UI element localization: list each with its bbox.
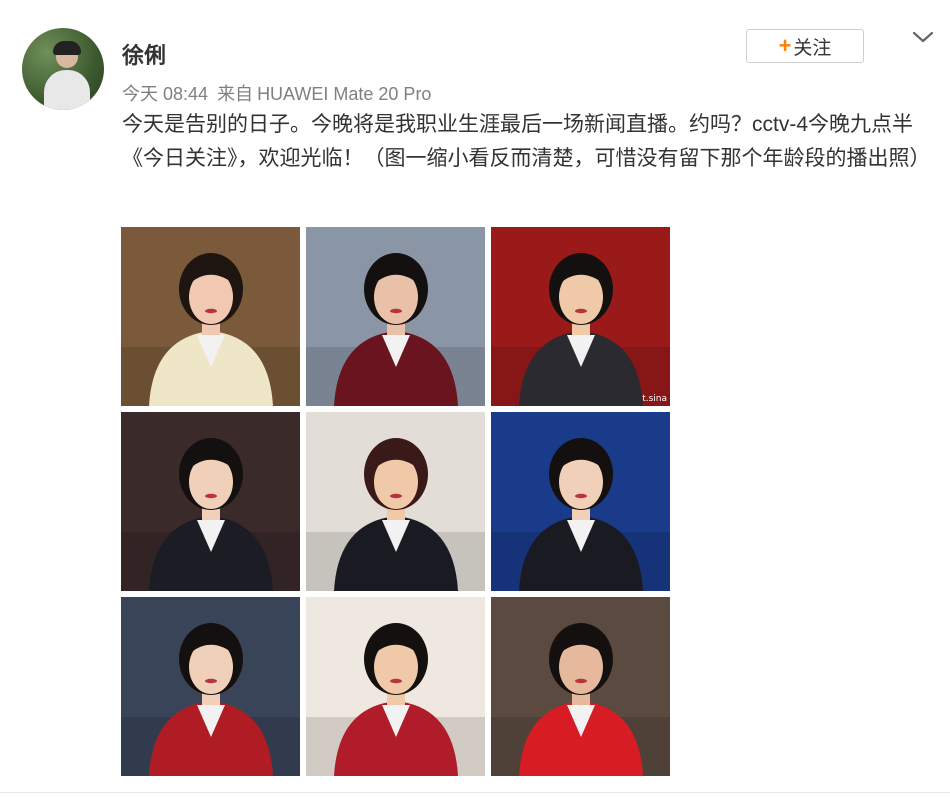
post-text: 今天是告别的日子。今晚将是我职业生涯最后一场新闻直播。约吗？cctv-4今晚九点… [122,113,931,170]
photo-thumbnail[interactable] [121,227,300,406]
portrait-image [306,412,485,591]
post-time[interactable]: 今天 08:44 [122,84,208,104]
portrait-image [121,597,300,776]
follow-button[interactable]: + 关注 [746,29,864,63]
photo-thumbnail[interactable] [491,597,670,776]
photo-watermark: t.sina [642,394,667,404]
divider [0,792,950,793]
portrait-image [121,227,300,406]
portrait-image [491,597,670,776]
follow-label: 关注 [793,37,832,59]
photo-thumbnail[interactable]: t.sina [491,227,670,406]
avatar-figure-body [44,70,90,110]
weibo-post-card: 徐俐 今天 08:44 来自 HUAWEI Mate 20 Pro + 关注 今天… [0,0,950,797]
author-name[interactable]: 徐俐 [122,38,166,70]
avatar-figure-hair [53,41,81,55]
portrait-image [306,227,485,406]
plus-icon: + [778,33,792,58]
photo-grid: t.sina [121,227,671,776]
photo-thumbnail[interactable] [306,597,485,776]
avatar[interactable] [22,28,104,110]
chevron-down-icon[interactable] [910,28,936,46]
post-device: HUAWEI Mate 20 Pro [257,84,432,104]
photo-thumbnail[interactable] [121,412,300,591]
photo-thumbnail[interactable] [306,412,485,591]
portrait-image [306,597,485,776]
photo-thumbnail[interactable] [491,412,670,591]
portrait-image [121,412,300,591]
photo-thumbnail[interactable] [121,597,300,776]
post-meta: 今天 08:44 来自 HUAWEI Mate 20 Pro [122,80,435,106]
portrait-image [491,227,670,406]
photo-thumbnail[interactable] [306,227,485,406]
post-source-prefix: 来自 [217,84,254,104]
portrait-image [491,412,670,591]
